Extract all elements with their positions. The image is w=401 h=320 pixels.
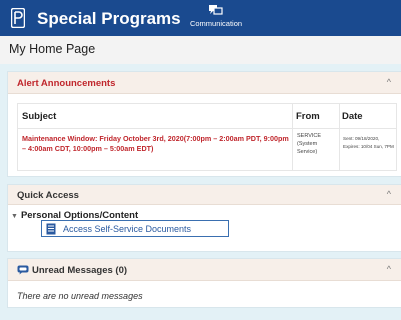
unread-messages-panel: Unread Messages (0) ^ There are no unrea…	[7, 258, 401, 308]
alert-expires-date: Expires: 10/04 Sun, 7PM	[343, 144, 394, 149]
chevron-up-icon[interactable]: ^	[387, 77, 391, 87]
quick-access-panel: Quick Access ^ ▼ Personal Options/Content…	[7, 184, 401, 252]
communication-icon	[209, 5, 223, 15]
page-title-bar: My Home Page	[0, 36, 401, 64]
alerts-table: Subject From Date Maintenance Window: Fr…	[17, 103, 397, 171]
communication-nav-button[interactable]: Communication	[186, 4, 246, 28]
page-title: My Home Page	[9, 42, 96, 56]
alert-panel-title: Alert Announcements	[17, 78, 116, 89]
alert-panel-header[interactable]: Alert Announcements ^	[8, 72, 401, 94]
powerschool-logo-icon[interactable]	[11, 8, 25, 28]
alert-announcements-panel: Alert Announcements ^ Subject From Date …	[7, 71, 401, 177]
column-divider	[339, 104, 340, 170]
self-service-documents-label: Access Self-Service Documents	[63, 224, 192, 234]
chevron-up-icon[interactable]: ^	[387, 189, 391, 199]
no-messages-text: There are no unread messages	[17, 291, 143, 301]
message-bubble-icon	[17, 265, 29, 275]
app-title[interactable]: Special Programs	[37, 9, 181, 29]
quick-access-title: Quick Access	[17, 190, 79, 201]
from-column-header: From	[296, 111, 320, 122]
document-icon	[46, 223, 56, 235]
alert-date: Sent: 09/18/2020, Expires: 10/04 Sun, 7P…	[343, 135, 399, 151]
self-service-documents-link[interactable]: Access Self-Service Documents	[41, 220, 229, 237]
alert-subject-link[interactable]: Maintenance Window: Friday October 3rd, …	[22, 134, 290, 154]
subject-column-header: Subject	[22, 111, 57, 122]
quick-access-header[interactable]: Quick Access ^	[8, 185, 401, 205]
chevron-up-icon[interactable]: ^	[387, 264, 391, 274]
alert-sent-date: Sent: 09/18/2020,	[343, 136, 380, 141]
column-divider	[292, 104, 293, 170]
messages-panel-title: Unread Messages (0)	[32, 265, 128, 276]
messages-panel-header[interactable]: Unread Messages (0) ^	[8, 259, 401, 281]
communication-label: Communication	[189, 19, 243, 28]
alert-from: SERVICE (System Service)	[297, 133, 322, 155]
caret-down-icon[interactable]: ▼	[11, 213, 18, 220]
top-navigation-bar: Special Programs Communication	[0, 0, 401, 36]
date-column-header: Date	[342, 111, 363, 122]
